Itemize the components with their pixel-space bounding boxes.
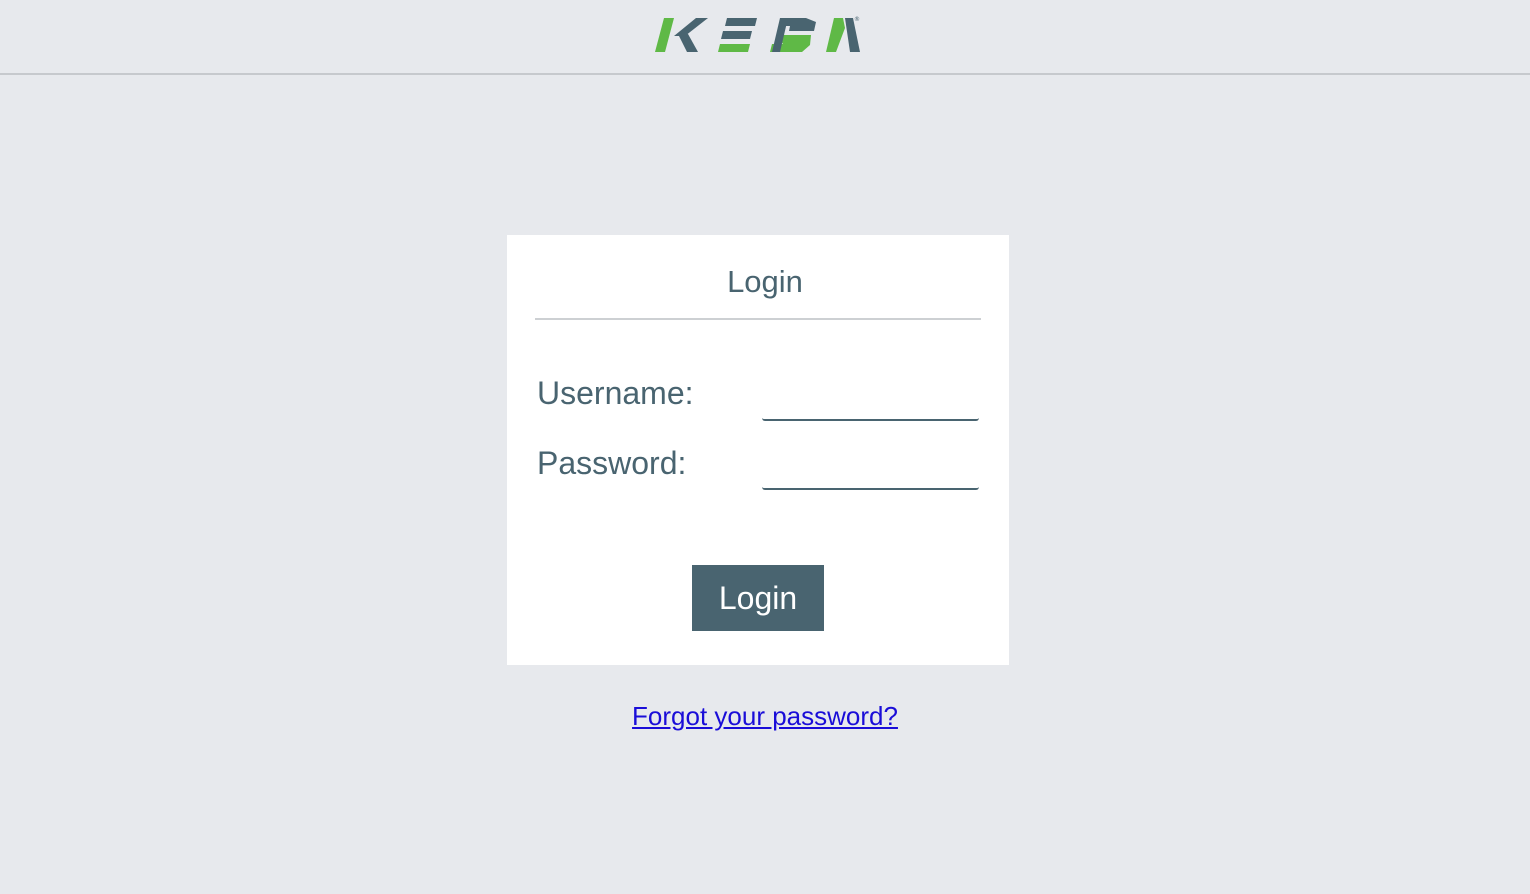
forgot-password-container: Forgot your password? — [0, 700, 1530, 732]
password-label: Password: — [537, 445, 687, 481]
registered-mark: ® — [854, 16, 860, 23]
top-header: ® — [0, 0, 1530, 75]
forgot-password-link[interactable]: Forgot your password? — [632, 701, 898, 731]
username-input[interactable] — [762, 377, 979, 421]
password-input[interactable] — [762, 446, 979, 490]
username-label: Username: — [537, 375, 694, 411]
login-title: Login — [727, 264, 803, 299]
keba-logo: ® — [655, 16, 860, 52]
title-divider — [535, 318, 981, 320]
login-button[interactable]: Login — [692, 565, 824, 631]
